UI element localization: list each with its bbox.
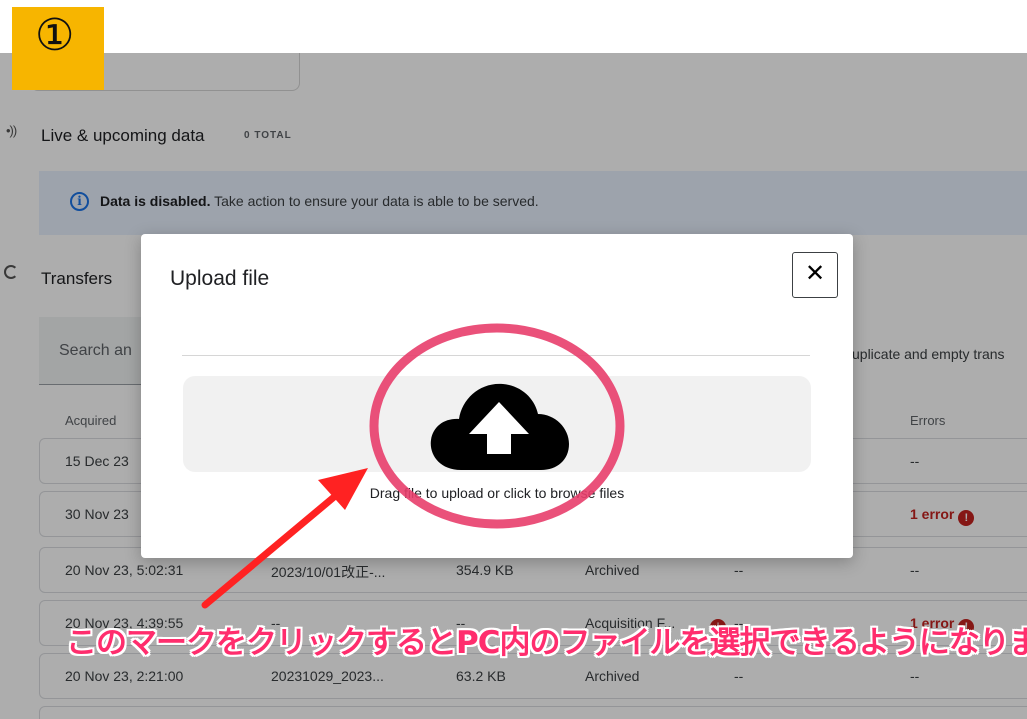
file-dropzone[interactable] bbox=[183, 376, 811, 472]
divider bbox=[182, 355, 810, 356]
step-badge: ① bbox=[12, 7, 104, 90]
upload-file-dialog: Upload file ✕ Drag file to upload or cli… bbox=[141, 234, 853, 558]
step-number: ① bbox=[35, 10, 75, 61]
close-icon: ✕ bbox=[804, 260, 826, 287]
cloud-upload-icon[interactable] bbox=[429, 376, 569, 472]
annotation-caption: このマークをクリックするとPC内のファイルを選択できるようになります bbox=[66, 625, 1027, 661]
close-button[interactable]: ✕ bbox=[792, 252, 838, 298]
dialog-title: Upload file bbox=[170, 267, 270, 290]
dropzone-instructions[interactable]: Drag file to upload or click to browse f… bbox=[141, 485, 853, 501]
